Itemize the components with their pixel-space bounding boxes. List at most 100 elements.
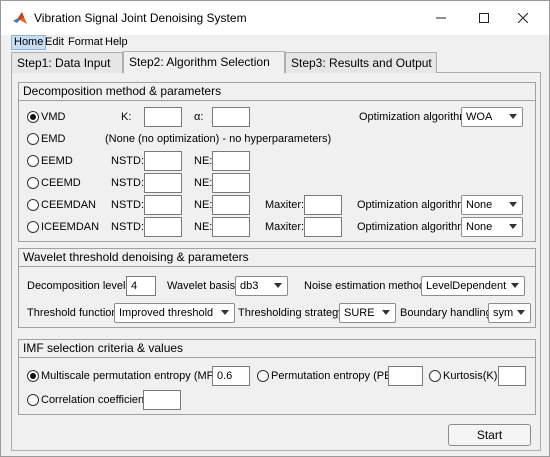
minimize-button[interactable] xyxy=(421,1,461,35)
tab-algorithm-selection[interactable]: Step2: Algorithm Selection xyxy=(123,51,285,74)
ceemdan-opt-select[interactable]: None xyxy=(461,195,523,215)
decomposition-panel-title: Decomposition method & parameters xyxy=(23,84,222,98)
eemd-nstd-input[interactable] xyxy=(144,151,182,171)
tab-data-input[interactable]: Step1: Data Input xyxy=(11,52,123,73)
ceemd-label: CEEMD xyxy=(41,177,81,189)
close-button[interactable] xyxy=(503,1,543,35)
levels-value: 4 xyxy=(131,280,138,292)
eemd-nstd-label: NSTD: xyxy=(111,155,144,167)
eemd-ne-input[interactable] xyxy=(212,151,250,171)
vmd-opt-value: WOA xyxy=(466,111,493,123)
iceemdan-radio[interactable] xyxy=(27,221,39,233)
emd-radio[interactable] xyxy=(27,133,39,145)
chevron-down-icon xyxy=(511,283,519,288)
ceemd-nstd-label: NSTD: xyxy=(111,177,144,189)
ceemd-ne-input[interactable] xyxy=(212,173,250,193)
chevron-down-icon xyxy=(382,310,390,315)
emd-label: EMD xyxy=(41,133,66,145)
basis-value: db3 xyxy=(240,280,259,292)
pe-radio[interactable] xyxy=(257,370,269,382)
ceemdan-nstd-label: NSTD: xyxy=(111,199,144,211)
eemd-label: EEMD xyxy=(41,155,73,167)
chevron-down-icon xyxy=(221,310,229,315)
decomposition-panel: Decomposition method & parameters VMD K:… xyxy=(18,82,536,242)
mpe-input[interactable]: 0.6 xyxy=(212,366,250,386)
chevron-down-icon xyxy=(274,283,282,288)
menu-format[interactable]: Format xyxy=(66,35,105,50)
kurtosis-radio[interactable] xyxy=(429,370,441,382)
pe-input[interactable] xyxy=(388,366,423,386)
chevron-down-icon xyxy=(509,224,517,229)
ceemdan-opt-value: None xyxy=(466,199,493,211)
ceemd-radio[interactable] xyxy=(27,177,39,189)
ceemdan-label: CEEMDAN xyxy=(41,199,97,211)
panel-divider xyxy=(19,266,535,267)
tab-results-output[interactable]: Step3: Results and Output xyxy=(285,52,437,73)
menu-home[interactable]: Home xyxy=(11,35,47,50)
iceemdan-nstd-label: NSTD: xyxy=(111,221,144,233)
maximize-button[interactable] xyxy=(464,1,504,35)
wavelet-panel: Wavelet threshold denoising & parameters… xyxy=(18,248,536,328)
levels-input[interactable]: 4 xyxy=(126,276,156,296)
window-title: Vibration Signal Joint Denoising System xyxy=(34,11,247,25)
threshold-select[interactable]: Improved threshold xyxy=(114,303,235,323)
iceemdan-label: ICEEMDAN xyxy=(41,221,100,233)
basis-label: Wavelet basis: xyxy=(167,280,239,292)
tab-content: Decomposition method & parameters VMD K:… xyxy=(11,73,541,451)
start-button[interactable]: Start xyxy=(448,424,531,446)
app-window: Vibration Signal Joint Denoising System … xyxy=(0,0,550,457)
chevron-down-icon xyxy=(517,310,525,315)
pe-label: Permutation entropy (PE): xyxy=(271,370,399,382)
iceemdan-maxiter-label: Maxiter: xyxy=(265,221,305,233)
ceemdan-ne-label: NE: xyxy=(194,199,213,211)
iceemdan-maxiter-input[interactable] xyxy=(304,217,342,237)
iceemdan-nstd-input[interactable] xyxy=(144,217,182,237)
ceemdan-radio[interactable] xyxy=(27,199,39,211)
iceemdan-opt-value: None xyxy=(466,221,493,233)
noise-select[interactable]: LevelDependent xyxy=(421,276,525,296)
boundary-select[interactable]: sym xyxy=(488,303,531,323)
k-input[interactable] xyxy=(144,107,182,127)
ceemd-nstd-input[interactable] xyxy=(144,173,182,193)
title-bar: Vibration Signal Joint Denoising System xyxy=(1,1,549,35)
kurtosis-input[interactable] xyxy=(498,366,526,386)
vmd-opt-select[interactable]: WOA xyxy=(461,107,523,127)
basis-select[interactable]: db3 xyxy=(235,276,288,296)
correlation-radio[interactable] xyxy=(27,394,39,406)
chevron-down-icon xyxy=(509,202,517,207)
vmd-label: VMD xyxy=(41,111,66,123)
panel-divider xyxy=(19,100,535,101)
correlation-input[interactable] xyxy=(143,390,181,410)
iceemdan-opt-label: Optimization algorithm xyxy=(357,221,467,233)
chevron-down-icon xyxy=(509,114,517,119)
menu-edit[interactable]: Edit xyxy=(43,35,66,50)
ceemdan-opt-label: Optimization algorithm xyxy=(357,199,467,211)
matlab-icon xyxy=(13,12,27,24)
boundary-value: sym xyxy=(493,307,514,319)
correlation-label: Correlation coefficient: xyxy=(41,394,151,406)
levels-label: Decomposition levels: xyxy=(27,280,134,292)
boundary-label: Boundary handling: xyxy=(400,307,495,319)
ceemdan-ne-input[interactable] xyxy=(212,195,250,215)
iceemdan-ne-label: NE: xyxy=(194,221,213,233)
strategy-select[interactable]: SURE xyxy=(339,303,396,323)
ceemdan-nstd-input[interactable] xyxy=(144,195,182,215)
mpe-label: Multiscale permutation entropy (MPE): xyxy=(41,370,229,382)
iceemdan-ne-input[interactable] xyxy=(212,217,250,237)
strategy-label: Thresholding strategy: xyxy=(238,307,347,319)
menu-bar: Home Edit Format Help xyxy=(11,35,541,50)
vmd-radio[interactable] xyxy=(27,111,39,123)
iceemdan-opt-select[interactable]: None xyxy=(461,217,523,237)
noise-value: LevelDependent xyxy=(426,280,507,292)
mpe-radio[interactable] xyxy=(27,370,39,382)
noise-label: Noise estimation method: xyxy=(304,280,429,292)
eemd-radio[interactable] xyxy=(27,155,39,167)
menu-help[interactable]: Help xyxy=(103,35,130,50)
close-icon xyxy=(518,13,528,23)
ceemdan-maxiter-input[interactable] xyxy=(304,195,342,215)
alpha-label: α: xyxy=(194,111,204,123)
ceemd-ne-label: NE: xyxy=(194,177,213,189)
alpha-input[interactable] xyxy=(212,107,250,127)
kurtosis-label: Kurtosis(K): xyxy=(443,370,501,382)
tab-bar: Step1: Data Input Step2: Algorithm Selec… xyxy=(11,51,541,74)
